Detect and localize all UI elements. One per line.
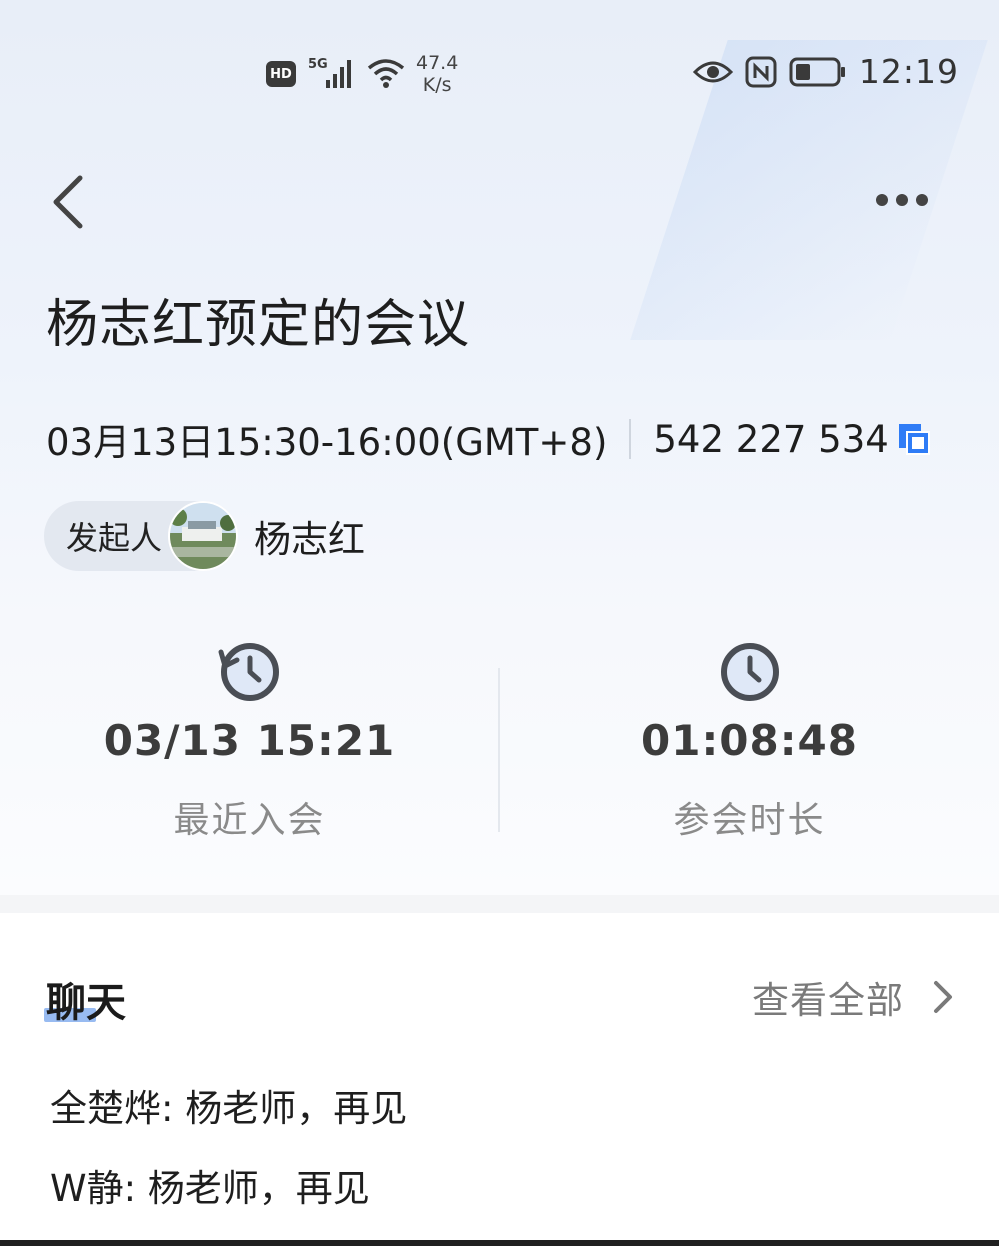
wifi-icon (367, 59, 405, 88)
avatar (168, 501, 239, 571)
history-clock-icon (218, 643, 279, 701)
chevron-right-icon (934, 981, 952, 1013)
recent-join-stat: 03/13 15:21 最近入会 (0, 638, 499, 843)
organizer: 发起人 杨志红 (44, 501, 365, 571)
status-bar-right: 12:19 (692, 52, 959, 91)
network-speed-value: 47.4 (416, 52, 459, 74)
meeting-id[interactable]: 542 227 534 (653, 418, 888, 461)
organizer-name: 杨志红 (254, 518, 366, 561)
more-horizontal-icon (876, 194, 928, 206)
chat-message: W静: 杨老师，再见 (50, 1167, 370, 1210)
copy-icon (898, 424, 930, 455)
meeting-title: 杨志红预定的会议 (46, 295, 471, 355)
clock-icon (720, 643, 779, 701)
signal-icon: 5G (308, 57, 351, 88)
recent-join-value: 03/13 15:21 (103, 716, 396, 765)
status-time: 12:19 (858, 52, 959, 91)
hd-badge: HD (266, 61, 296, 87)
chat-title: 聊天 (46, 980, 126, 1026)
back-button[interactable] (44, 170, 94, 234)
svg-text:5G: 5G (308, 57, 328, 72)
meeting-time-range: 03月13日15:30-16:00(GMT+8) (46, 421, 608, 464)
copy-button[interactable] (897, 422, 931, 456)
network-speed-unit: K/s (422, 74, 452, 96)
meeting-time-line: 03月13日15:30-16:00(GMT+8) 542 227 534 (46, 412, 931, 466)
duration-value: 01:08:48 (641, 716, 858, 765)
nfc-icon (745, 56, 777, 87)
section-gap (0, 895, 999, 913)
view-all-label: 查看全部 (752, 979, 904, 1022)
network-speed: 47.4 K/s (416, 52, 458, 96)
organizer-label: 发起人 (66, 519, 163, 557)
status-bar-left: HD 5G 47.4 K/s (266, 52, 458, 96)
eye-icon (692, 61, 733, 82)
divider (629, 419, 632, 459)
more-button[interactable] (868, 180, 936, 220)
chat-message: 全楚烨: 杨老师，再见 (50, 1087, 408, 1130)
battery-icon (789, 57, 845, 86)
recent-join-label: 最近入会 (173, 800, 326, 841)
bottom-edge (0, 1240, 999, 1246)
duration-stat: 01:08:48 参会时长 (500, 638, 999, 843)
duration-label: 参会时长 (673, 800, 826, 841)
view-all-button[interactable]: 查看全部 (752, 970, 962, 1024)
organizer-pill[interactable]: 发起人 (44, 501, 239, 571)
chevron-left-icon (53, 175, 83, 229)
